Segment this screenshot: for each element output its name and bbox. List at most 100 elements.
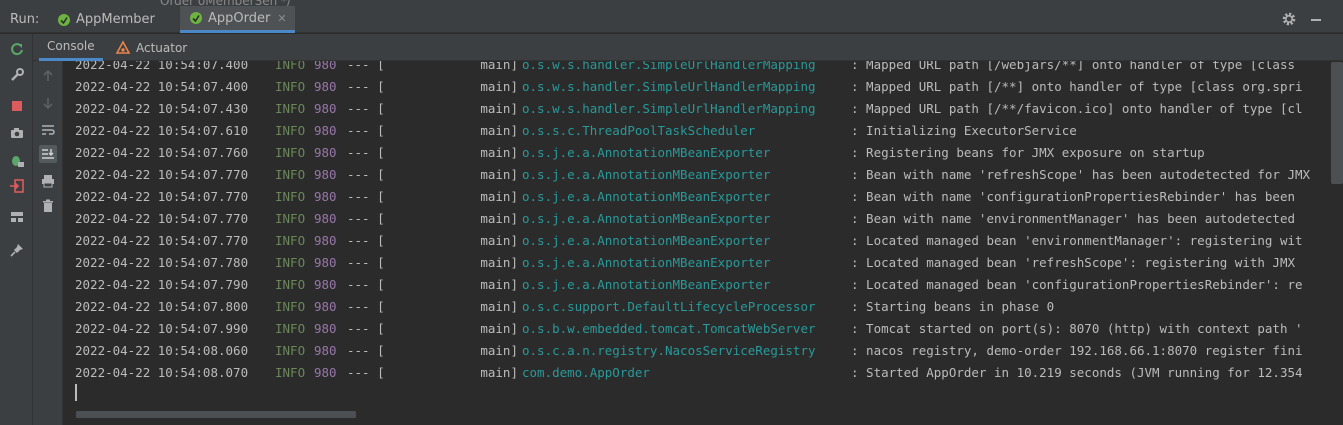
- soft-wrap-icon: [42, 125, 55, 135]
- exit-icon: [10, 179, 24, 193]
- console-toolbar: [33, 61, 63, 425]
- log-logger: o.s.c.support.DefaultLifecycleProcessor: [522, 299, 816, 314]
- console-sub-tabs: Console Actuator: [33, 34, 1343, 61]
- log-separator: --- [: [347, 61, 385, 72]
- log-message: : Bean with name 'environmentManager' ha…: [851, 211, 1296, 226]
- log-thread: main]: [480, 189, 518, 204]
- log-thread: main]: [480, 255, 518, 270]
- log-separator: --- [: [347, 299, 385, 314]
- log-separator: --- [: [347, 101, 385, 116]
- log-separator: --- [: [347, 211, 385, 226]
- log-message: : Mapped URL path [/**/favicon.ico] onto…: [851, 101, 1303, 116]
- pin-tab-button[interactable]: [8, 241, 26, 259]
- tab-actuator[interactable]: Actuator: [107, 34, 195, 61]
- clear-all-button[interactable]: [39, 197, 57, 215]
- run-tab-label: AppOrder: [208, 10, 271, 26]
- log-timestamp: 2022-04-22 10:54:07.990: [75, 321, 249, 336]
- log-pid: 980: [314, 61, 337, 72]
- log-thread: main]: [480, 167, 518, 182]
- log-separator: --- [: [347, 189, 385, 204]
- run-tab-appmember[interactable]: AppMember: [48, 6, 163, 33]
- log-timestamp: 2022-04-22 10:54:07.760: [75, 145, 249, 160]
- log-timestamp: 2022-04-22 10:54:07.610: [75, 123, 249, 138]
- run-tab-apporder[interactable]: AppOrder ✕: [180, 6, 295, 33]
- log-pid: 980: [314, 79, 337, 94]
- tab-console[interactable]: Console: [39, 34, 103, 61]
- spring-boot-icon: [190, 12, 202, 24]
- log-separator: --- [: [347, 233, 385, 248]
- run-toolbar: [0, 34, 33, 425]
- log-separator: --- [: [347, 365, 385, 380]
- log-level: INFO: [275, 167, 306, 182]
- log-pid: 980: [314, 299, 337, 314]
- stop-icon: [12, 101, 22, 111]
- log-level: INFO: [275, 277, 306, 292]
- log-level: INFO: [275, 79, 306, 94]
- layout-button[interactable]: [8, 208, 26, 226]
- log-pid: 980: [314, 255, 337, 270]
- arrow-up-icon: [43, 69, 53, 81]
- scroll-down-button[interactable]: [39, 94, 57, 112]
- log-timestamp: 2022-04-22 10:54:08.070: [75, 365, 249, 380]
- rerun-button[interactable]: [8, 40, 26, 58]
- minimize-icon[interactable]: [1311, 19, 1321, 21]
- log-logger: o.s.b.w.embedded.tomcat.TomcatWebServer: [522, 321, 816, 336]
- log-message: : Starting beans in phase 0: [851, 299, 1055, 314]
- console-output[interactable]: 2022-04-22 10:54:07.400 INFO 980 --- [main]…: [64, 61, 1315, 425]
- vertical-scrollbar[interactable]: [1331, 62, 1343, 184]
- log-logger: o.s.j.e.a.AnnotationMBeanExporter: [522, 255, 771, 270]
- log-level: INFO: [275, 101, 306, 116]
- scroll-to-end-icon: [42, 149, 54, 159]
- exit-button[interactable]: [8, 177, 26, 195]
- log-message: : Mapped URL path [/webjars/**] onto han…: [851, 61, 1296, 72]
- log-thread: main]: [480, 299, 518, 314]
- log-level: INFO: [275, 189, 306, 204]
- log-separator: --- [: [347, 343, 385, 358]
- log-timestamp: 2022-04-22 10:54:07.790: [75, 277, 249, 292]
- log-pid: 980: [314, 167, 337, 182]
- print-button[interactable]: [39, 172, 57, 190]
- log-level: INFO: [275, 61, 306, 72]
- printer-icon: [42, 175, 54, 188]
- log-timestamp: 2022-04-22 10:54:08.060: [75, 343, 249, 358]
- stop-button[interactable]: [8, 97, 26, 115]
- log-pid: 980: [314, 343, 337, 358]
- log-message: : Registering beans for JMX exposure on …: [851, 145, 1205, 160]
- log-thread: main]: [480, 365, 518, 380]
- log-logger: com.demo.AppOrder: [522, 365, 650, 380]
- log-level: INFO: [275, 123, 306, 138]
- rerun-icon: [11, 43, 23, 56]
- run-tool-window-header: Order oMemberSen */ Run: AppMember AppOr…: [0, 0, 1343, 33]
- log-thread: main]: [480, 321, 518, 336]
- modify-configuration-button[interactable]: [8, 66, 26, 84]
- log-pid: 980: [314, 365, 337, 380]
- log-logger: o.s.j.e.a.AnnotationMBeanExporter: [522, 233, 771, 248]
- log-logger: o.s.w.s.handler.SimpleUrlHandlerMapping: [522, 101, 816, 116]
- log-message: : Bean with name 'refreshScope' has been…: [851, 167, 1311, 182]
- trash-icon: [43, 199, 53, 212]
- log-message: : nacos registry, demo-order 192.168.66.…: [851, 343, 1303, 358]
- log-level: INFO: [275, 233, 306, 248]
- log-timestamp: 2022-04-22 10:54:07.800: [75, 299, 249, 314]
- log-separator: --- [: [347, 277, 385, 292]
- log-thread: main]: [480, 277, 518, 292]
- thread-dump-button[interactable]: [8, 124, 26, 142]
- debug-button[interactable]: [8, 151, 26, 169]
- horizontal-scrollbar[interactable]: [76, 411, 356, 418]
- close-icon[interactable]: ✕: [277, 12, 286, 25]
- log-timestamp: 2022-04-22 10:54:07.780: [75, 255, 249, 270]
- log-message: : Started AppOrder in 10.219 seconds (JV…: [851, 365, 1303, 380]
- gear-icon[interactable]: [1281, 11, 1297, 27]
- wrench-icon: [11, 68, 24, 81]
- camera-icon: [11, 128, 23, 138]
- log-message: : Bean with name 'configurationPropertie…: [851, 189, 1296, 204]
- log-separator: --- [: [347, 321, 385, 336]
- soft-wrap-button[interactable]: [39, 121, 57, 139]
- log-pid: 980: [314, 145, 337, 160]
- log-message: : Located managed bean 'environmentManag…: [851, 233, 1303, 248]
- scroll-up-button[interactable]: [39, 67, 57, 85]
- log-thread: main]: [480, 343, 518, 358]
- log-thread: main]: [480, 233, 518, 248]
- log-level: INFO: [275, 299, 306, 314]
- scroll-to-end-button[interactable]: [39, 145, 57, 163]
